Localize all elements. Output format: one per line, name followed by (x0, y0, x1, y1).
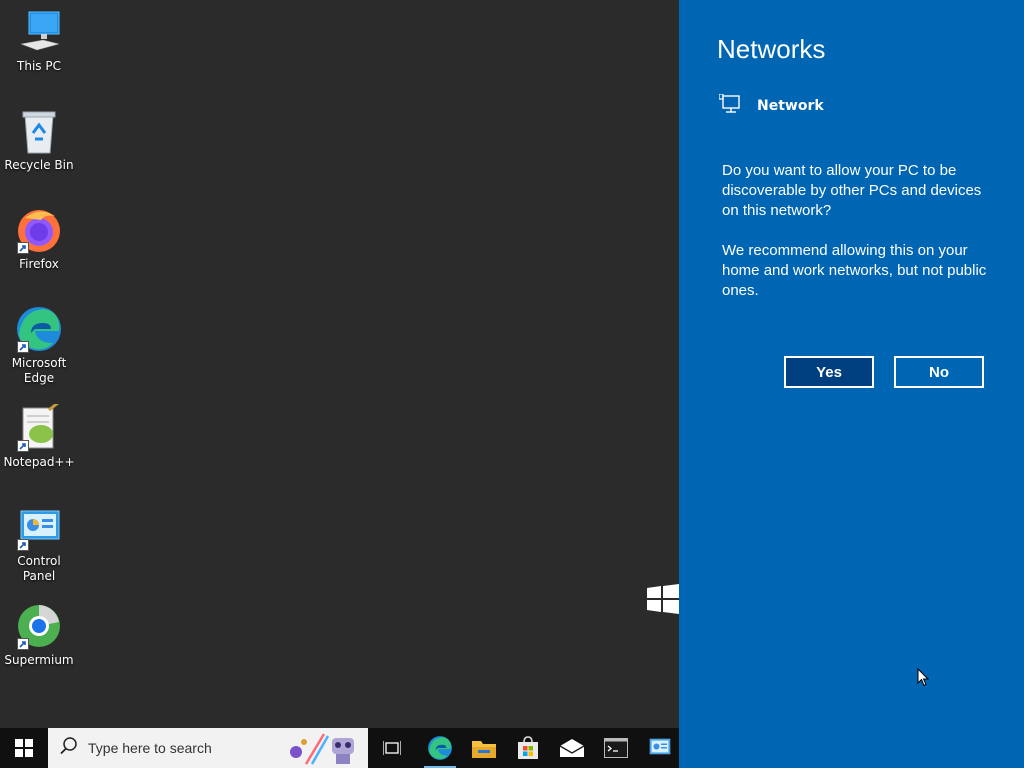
network-name: Network (757, 98, 824, 114)
discoverable-question: Do you want to allow your PC to be disco… (722, 162, 982, 219)
recommendation-text: We recommend allowing this on your home … (722, 242, 987, 299)
store-icon (518, 736, 538, 759)
edge-icon (428, 736, 452, 760)
taskbar-edge-button[interactable] (418, 728, 462, 768)
taskbar-search-box[interactable]: Type here to search (48, 728, 368, 768)
search-highlight-icon (288, 730, 364, 768)
taskbar-control-panel-button[interactable] (638, 728, 682, 768)
desktop-icon-label: This PC (17, 59, 61, 73)
mouse-cursor-icon (917, 667, 930, 691)
search-placeholder: Type here to search (88, 740, 212, 756)
desktop-icon-label: Supermium (4, 653, 74, 667)
shortcut-arrow-icon (17, 539, 29, 551)
control-panel-icon (15, 503, 63, 551)
desktop-icon-recycle-bin[interactable]: Recycle Bin (0, 107, 78, 173)
control-panel-icon (649, 738, 671, 755)
mail-icon (559, 739, 585, 757)
taskbar-mail-button[interactable] (550, 728, 594, 768)
recycle-bin-icon (15, 107, 63, 155)
desktop-icon-control-panel[interactable]: Control Panel (0, 503, 78, 584)
search-icon (60, 737, 78, 759)
desktop-icon-notepadpp[interactable]: Notepad++ (0, 400, 78, 470)
task-view-icon (383, 741, 401, 755)
shortcut-arrow-icon (17, 242, 29, 254)
networks-flyout: Networks Network Do you want to allow yo… (679, 0, 1024, 768)
desktop-icon-label: Firefox (19, 257, 59, 271)
yes-button[interactable]: Yes (784, 356, 874, 388)
desktop-icon-microsoft-edge[interactable]: Microsoft Edge (0, 305, 78, 386)
start-button[interactable] (2, 728, 46, 768)
edge-icon (15, 305, 63, 353)
terminal-icon (604, 738, 628, 758)
desktop-icon-label: Notepad++ (3, 455, 75, 469)
windows-start-icon (15, 739, 33, 757)
desktop-icon-label: Microsoft Edge (11, 356, 67, 385)
taskbar-file-explorer-button[interactable] (462, 728, 506, 768)
firefox-icon (15, 206, 63, 254)
desktop-icon-label: Recycle Bin (4, 158, 74, 172)
supermium-icon (15, 602, 63, 650)
flyout-title: Networks (717, 34, 826, 64)
shortcut-arrow-icon (17, 638, 29, 650)
desktop-icon-firefox[interactable]: Firefox (0, 206, 78, 272)
network-ethernet-icon (718, 93, 741, 118)
windows-logo-icon (647, 584, 679, 618)
shortcut-arrow-icon (17, 440, 29, 452)
desktop-icon-supermium[interactable]: Supermium (0, 602, 78, 668)
shortcut-arrow-icon (17, 341, 29, 353)
taskbar: Type here to search (0, 728, 679, 768)
task-view-button[interactable] (370, 728, 414, 768)
file-explorer-icon (472, 741, 496, 758)
desktop-icon-this-pc[interactable]: This PC (0, 8, 78, 74)
taskbar-terminal-button[interactable] (594, 728, 638, 768)
this-pc-icon (15, 8, 63, 56)
desktop-icon-label: Control Panel (17, 554, 61, 583)
notepadpp-icon (15, 400, 63, 452)
network-row: Network (718, 93, 824, 118)
no-button[interactable]: No (894, 356, 984, 388)
desktop: This PC Recycle Bin Firefox Microsoft Ed… (0, 0, 679, 728)
taskbar-store-button[interactable] (506, 728, 550, 768)
